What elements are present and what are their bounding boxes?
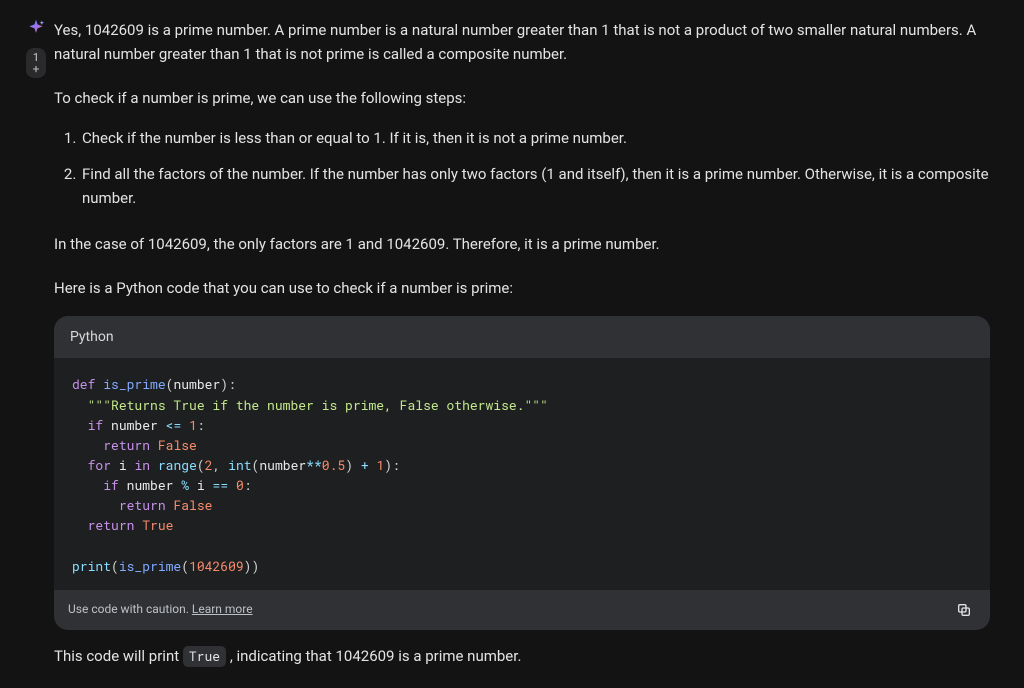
copy-icon	[956, 602, 972, 618]
plus-icon: +	[33, 63, 40, 76]
code-intro: Here is a Python code that you can use t…	[54, 276, 990, 300]
steps-list: Check if the number is less than or equa…	[54, 126, 990, 210]
list-item: Check if the number is less than or equa…	[80, 126, 990, 150]
code-language-label: Python	[54, 316, 990, 358]
copy-code-button[interactable]	[952, 598, 976, 622]
inline-code: True	[183, 646, 226, 667]
code-block: Python def is_prime(number): """Returns …	[54, 316, 990, 630]
code-body: def is_prime(number): """Returns True if…	[54, 358, 990, 589]
intro-paragraph: Yes, 1042609 is a prime number. A prime …	[54, 18, 990, 66]
learn-more-link[interactable]: Learn more	[192, 602, 253, 616]
steps-intro: To check if a number is prime, we can us…	[54, 86, 990, 110]
case-paragraph: In the case of 1042609, the only factors…	[54, 232, 990, 256]
sparkle-icon	[26, 18, 46, 38]
assistant-response: Yes, 1042609 is a prime number. A prime …	[54, 18, 1000, 688]
view-drafts-button[interactable]: 1 +	[26, 48, 46, 78]
list-item: Find all the factors of the number. If t…	[80, 162, 990, 210]
outro-paragraph: This code will print True , indicating t…	[54, 644, 990, 668]
code-caution: Use code with caution. Learn more	[68, 600, 253, 619]
